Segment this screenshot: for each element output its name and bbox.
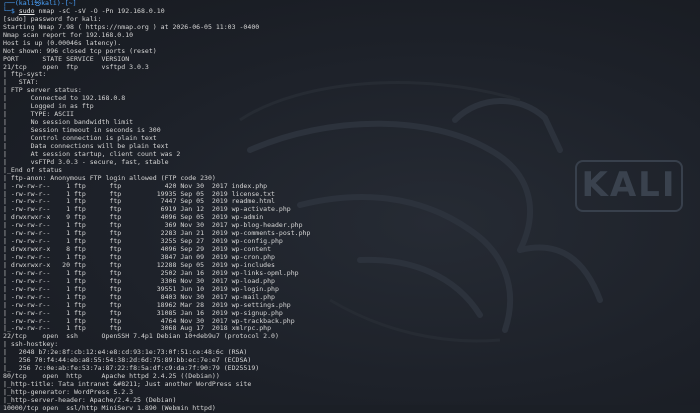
output-line: | STAT: [3, 78, 39, 87]
output-line: | Connected to 192.168.0.8 [3, 94, 126, 103]
terminal-output: [sudo] password for kali: Starting Nmap 7… [3, 15, 700, 413]
output-line: | vsFTPd 3.0.3 - secure, fast, stable [3, 157, 169, 166]
terminal-window[interactable]: ┌──(kali㉿kali)-[~] └─$ sudo nmap -sC -sV… [3, 0, 700, 412]
sudo-keyword: sudo [18, 6, 35, 15]
output-line: 22/tcp open ssh OpenSSH 7.4p1 Debian 10+… [3, 332, 279, 341]
command-line[interactable]: └─$ sudo nmap -sC -sV -O -Pn 192.168.0.1… [3, 6, 700, 16]
output-line: | ftp-syst: [3, 70, 47, 79]
command-text: nmap -sC -sV -O -Pn 192.168.0.10 [38, 6, 165, 15]
output-line: 10000/tcp open ssl/http MiniServ 1.890 (… [3, 403, 216, 412]
prompt-symbol: └─$ [3, 6, 15, 15]
output-line: 21/tcp open ftp vsftpd 3.0.3 [3, 62, 149, 71]
output-line: | Logged in as ftp [3, 102, 94, 111]
